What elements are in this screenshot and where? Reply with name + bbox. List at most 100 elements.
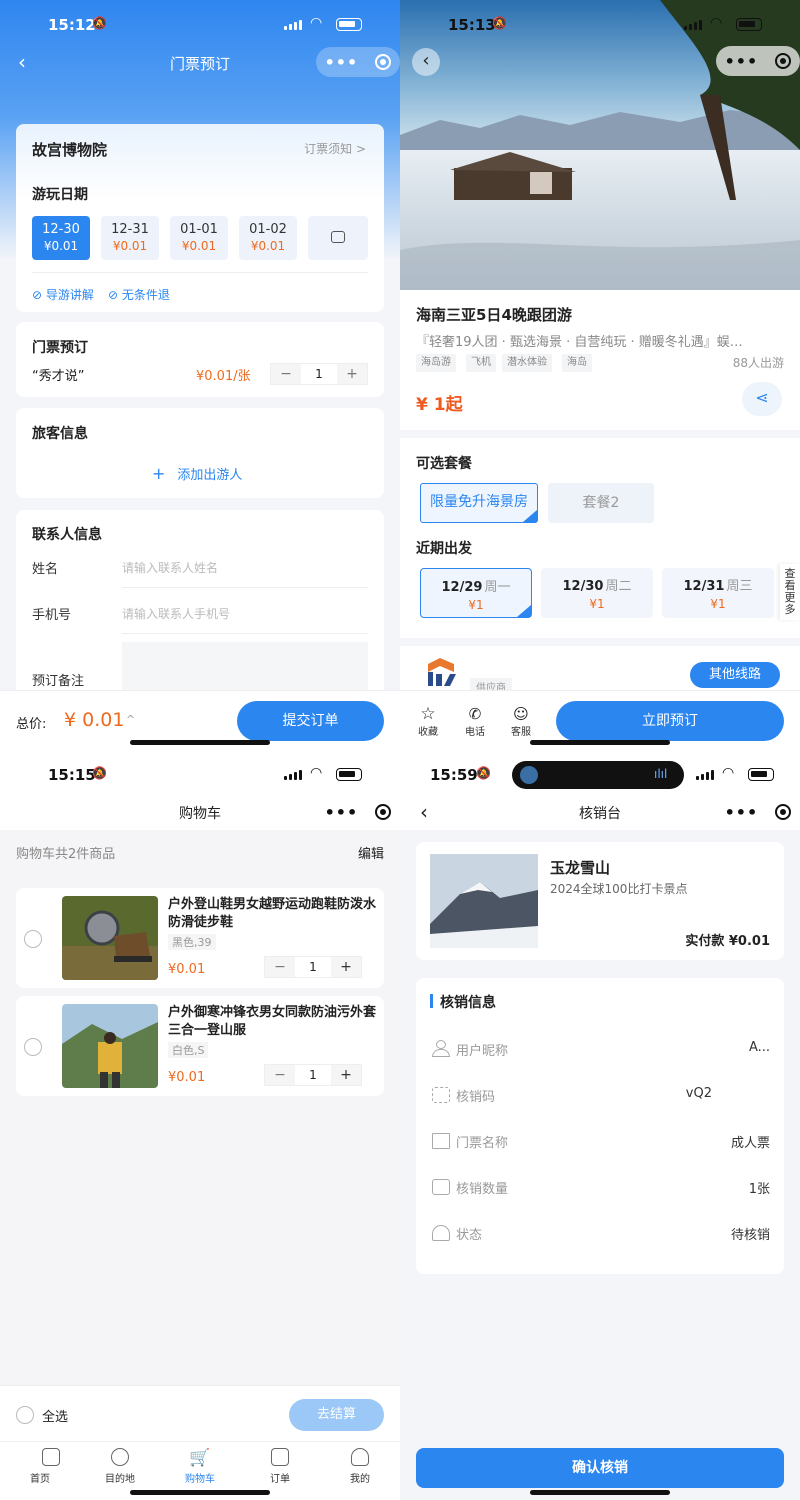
select-all-checkbox[interactable]: [16, 1406, 34, 1424]
tour-tag: 潜水体验: [502, 354, 552, 372]
departure-date-label: 12/31: [683, 579, 725, 594]
ticket-qty-value[interactable]: 1: [301, 364, 337, 384]
status-time: 15:13: [448, 16, 496, 34]
date-chip[interactable]: 12-31 ¥0.01: [101, 216, 159, 260]
plus-icon[interactable]: +: [331, 957, 361, 977]
row-label-code: 核销码: [456, 1090, 496, 1105]
see-more-button[interactable]: 查看更多: [780, 564, 800, 620]
other-routes-button[interactable]: 其他线路: [690, 662, 780, 688]
departure-date[interactable]: 12/30 周二 ¥1: [541, 568, 653, 618]
plus-icon[interactable]: +: [337, 364, 367, 384]
add-traveler-label: 添加出游人: [177, 468, 243, 483]
image-icon: [432, 1179, 450, 1195]
traveler-section-title: 旅客信息: [32, 426, 88, 442]
date-chip[interactable]: 12-30 ¥0.01: [32, 216, 90, 260]
status-bar: 15:15 🔕 ◠: [0, 750, 400, 800]
item-qty-stepper[interactable]: −1 +: [264, 1064, 362, 1086]
tab-destination[interactable]: 目的地: [100, 1448, 140, 1485]
tab-profile[interactable]: 我的: [340, 1448, 380, 1485]
status-time: 15:15: [48, 766, 96, 784]
confirm-verification-button[interactable]: 确认核销: [416, 1448, 784, 1488]
phone-input[interactable]: 请输入联系人手机号: [122, 605, 230, 622]
date-chip[interactable]: 01-02 ¥0.01: [239, 216, 297, 260]
traveler-card: 旅客信息 + 添加出游人: [16, 408, 384, 498]
package-option-label: 套餐2: [582, 495, 620, 511]
ticket-card: 门票预订 “秀才说” ¥0.01/张 −1 +: [16, 322, 384, 397]
phone-button[interactable]: ✆ 电话: [461, 705, 489, 738]
date-chip-date: 01-01: [180, 222, 218, 237]
chevron-up-icon[interactable]: ^: [126, 713, 135, 726]
more-icon[interactable]: •••: [725, 52, 759, 71]
package-section: 可选套餐 限量免升海景房 套餐2 近期出发 12/29 周一 ¥1 12/30 周二 ¥…: [400, 438, 800, 638]
customer-service-button[interactable]: ☺ 客服: [507, 705, 535, 738]
hiker-jacket-image: [62, 1004, 158, 1088]
mini-program-capsule[interactable]: •••: [716, 46, 800, 76]
ticket-qty-stepper[interactable]: −1 +: [270, 363, 368, 385]
minus-icon[interactable]: −: [265, 957, 295, 977]
departure-date[interactable]: 12/29 周一 ¥1: [420, 568, 532, 618]
more-icon[interactable]: •••: [325, 803, 359, 822]
mini-program-capsule[interactable]: •••: [316, 797, 400, 827]
status-bar: 15:59 🔕 ılıl ◠: [400, 750, 800, 800]
status-time: 15:59: [430, 766, 478, 784]
close-program-icon[interactable]: [775, 804, 792, 820]
wifi-icon: ◠: [310, 15, 323, 31]
name-label: 姓名: [32, 562, 59, 577]
mini-program-capsule[interactable]: •••: [316, 47, 400, 77]
signal-icon: [284, 20, 304, 30]
shopping-cart-screen: 15:15 🔕 ◠ 购物车 ••• 购物车共2件商品 编辑 户外登山鞋男女越野运…: [0, 750, 400, 1500]
feature-guide-label: 导游讲解: [45, 288, 94, 302]
venue-name: 故宫博物院: [32, 141, 108, 159]
tab-home[interactable]: 首页: [20, 1448, 60, 1485]
edit-button[interactable]: 编辑: [358, 843, 384, 862]
date-chip-price: ¥0.01: [43, 239, 79, 253]
departure-date[interactable]: 12/31 周三 ¥1: [662, 568, 774, 618]
minus-icon[interactable]: −: [271, 364, 301, 384]
close-program-icon[interactable]: [375, 804, 392, 820]
package-option[interactable]: 限量免升海景房: [420, 483, 538, 523]
cart-icon: 🛒: [189, 1448, 211, 1468]
tab-orders[interactable]: 订单: [260, 1448, 300, 1485]
date-chip-date: 12-31: [111, 222, 149, 237]
row-value-status: 待核销: [730, 1228, 770, 1243]
close-program-icon[interactable]: [775, 53, 792, 69]
date-chip-price: ¥0.01: [250, 239, 286, 253]
date-chip-date: 01-02: [249, 222, 287, 237]
calendar-button[interactable]: [308, 216, 368, 260]
select-all-label[interactable]: 全选: [42, 1406, 68, 1425]
package-option[interactable]: 套餐2: [548, 483, 654, 523]
date-chip-price: ¥0.01: [112, 239, 148, 253]
row-value-quantity: 1张: [748, 1182, 770, 1197]
close-program-icon[interactable]: [375, 54, 392, 70]
date-chip[interactable]: 01-01 ¥0.01: [170, 216, 228, 260]
ticket-notice-link[interactable]: 订票须知 >: [304, 140, 366, 157]
item-checkbox[interactable]: [24, 930, 42, 948]
minus-icon[interactable]: −: [265, 1065, 295, 1085]
book-now-button[interactable]: 立即预订: [556, 701, 784, 741]
back-icon[interactable]: ‹: [412, 48, 440, 76]
mini-program-capsule[interactable]: •••: [716, 797, 800, 827]
departure-date-label: 12/29: [441, 580, 483, 595]
favorite-button[interactable]: ☆ 收藏: [414, 705, 442, 738]
user-icon: [432, 1040, 450, 1057]
share-icon[interactable]: ⋖: [742, 382, 782, 416]
departure-section-title: 近期出发: [416, 541, 472, 557]
tab-cart[interactable]: 🛒 购物车: [180, 1448, 220, 1485]
product-name: 玉龙雪山: [550, 859, 611, 877]
add-traveler-button[interactable]: + 添加出游人: [152, 464, 242, 483]
item-qty-value[interactable]: 1: [295, 957, 331, 977]
feature-refund-label: 无条件退: [121, 288, 170, 302]
item-checkbox[interactable]: [24, 1038, 42, 1056]
status-time: 15:12: [48, 16, 96, 34]
tour-tag: 飞机: [466, 354, 496, 372]
checkout-button[interactable]: 去结算: [289, 1399, 384, 1431]
battery-icon: [336, 18, 362, 31]
cart-item: 户外御寒冲锋衣男女同款防油污外套三合一登山服 白色,S ¥0.01 −1 +: [16, 996, 384, 1096]
plus-icon[interactable]: +: [331, 1065, 361, 1085]
item-qty-stepper[interactable]: −1 +: [264, 956, 362, 978]
submit-order-button[interactable]: 提交订单: [237, 701, 384, 741]
more-icon[interactable]: •••: [325, 53, 359, 72]
item-qty-value[interactable]: 1: [295, 1065, 331, 1085]
more-icon[interactable]: •••: [725, 803, 759, 822]
name-input[interactable]: 请输入联系人姓名: [122, 559, 218, 576]
